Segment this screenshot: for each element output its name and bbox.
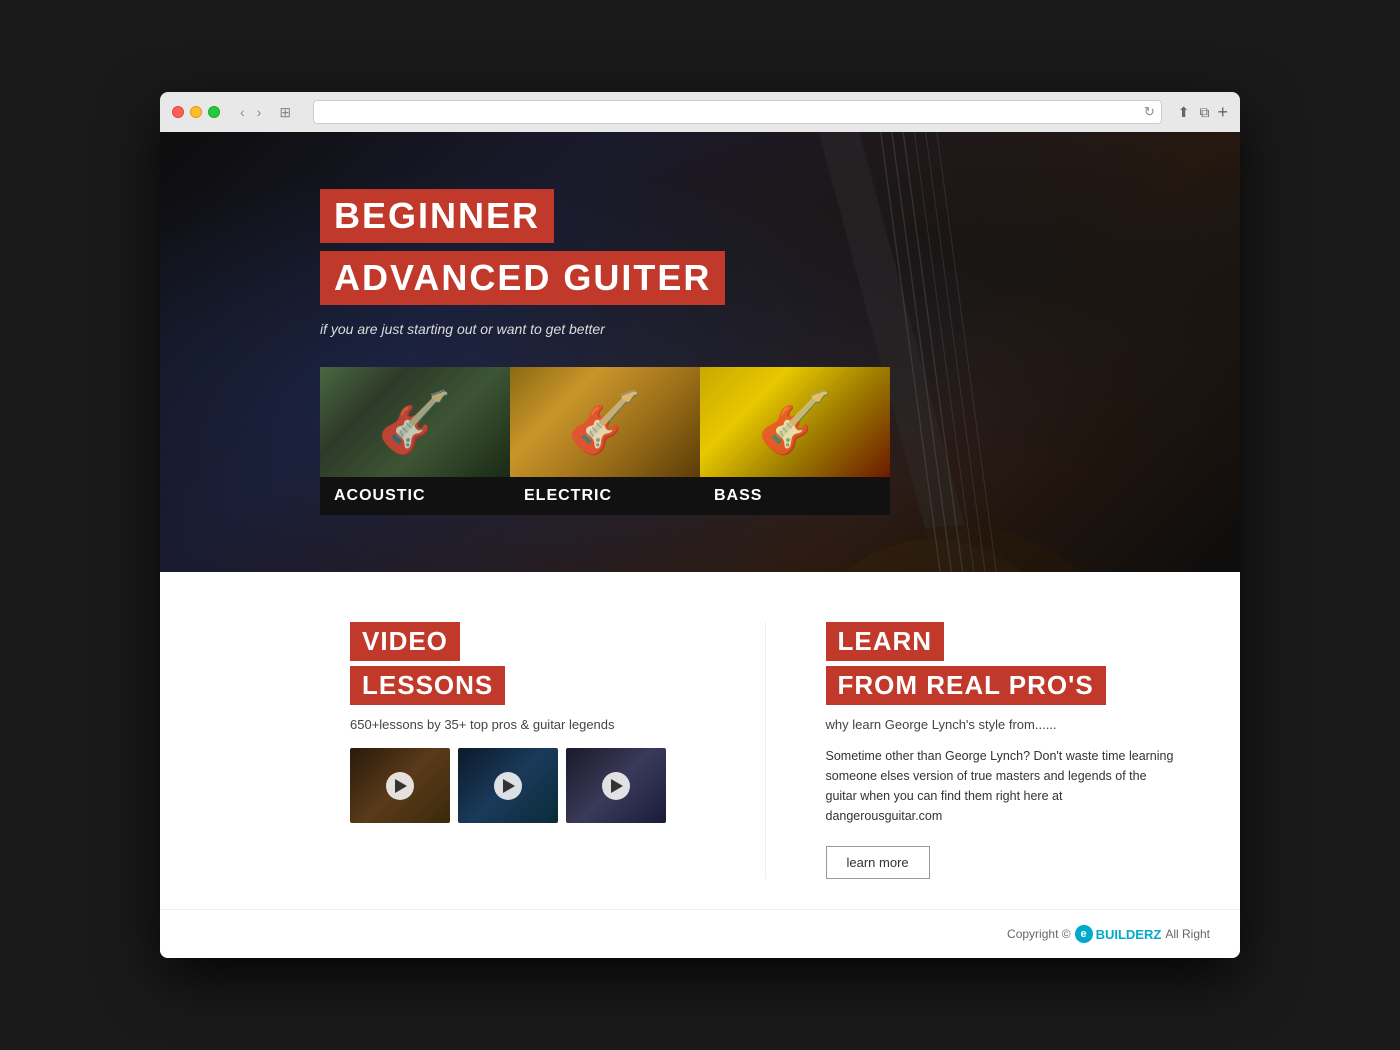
builderz-logo: e BUILDERZ	[1075, 925, 1162, 943]
pro-section-column: LEARN FROM REAL PRO'S why learn George L…	[766, 622, 1241, 879]
play-button-2[interactable]	[494, 772, 522, 800]
acoustic-label: ACOUSTIC	[320, 477, 510, 515]
hero-section: BEGINNER ADVANCED GUITER if you are just…	[160, 132, 1240, 572]
close-button[interactable]	[172, 106, 184, 118]
video-title-line2: LESSONS	[350, 666, 505, 705]
learn-more-button[interactable]: learn more	[826, 846, 930, 879]
video-lessons-column: VIDEO LESSONS 650+lessons by 35+ top pro…	[160, 622, 766, 879]
video-thumbnail-3[interactable]	[566, 748, 666, 823]
electric-guitar-icon: 🎸	[510, 367, 700, 477]
forward-button[interactable]: ›	[253, 102, 266, 122]
hero-subtitle: if you are just starting out or want to …	[320, 321, 1080, 337]
video-thumbnail-2[interactable]	[458, 748, 558, 823]
video-title-block: VIDEO LESSONS	[350, 622, 705, 705]
pro-title-line2: FROM REAL PRO'S	[826, 666, 1106, 705]
hero-title-line1: BEGINNER	[320, 189, 554, 243]
video-thumbnails	[350, 748, 705, 823]
play-triangle-icon-3	[611, 779, 623, 793]
acoustic-guitar-icon: 🎸	[320, 367, 510, 477]
windows-icon[interactable]: ⧉	[1199, 104, 1209, 121]
electric-image: 🎸	[510, 367, 700, 477]
minimize-button[interactable]	[190, 106, 202, 118]
website-content: BEGINNER ADVANCED GUITER if you are just…	[160, 132, 1240, 958]
electric-label: ELECTRIC	[510, 477, 700, 515]
reload-icon: ↻	[1144, 104, 1155, 120]
toolbar-right: ⬆ ⧉	[1178, 104, 1210, 121]
bass-guitar-icon: 🎸	[700, 367, 890, 477]
browser-toolbar: ‹ › ⊞ ↻ ⬆ ⧉ +	[160, 92, 1240, 132]
builderz-brand-name: BUILDERZ	[1096, 927, 1162, 942]
play-triangle-icon	[395, 779, 407, 793]
back-button[interactable]: ‹	[236, 102, 249, 122]
play-button-3[interactable]	[602, 772, 630, 800]
hero-title-block: BEGINNER ADVANCED GUITER	[320, 189, 1080, 321]
guitar-card-bass[interactable]: 🎸 BASS	[700, 367, 890, 515]
video-subtitle: 650+lessons by 35+ top pros & guitar leg…	[350, 717, 705, 732]
traffic-lights	[172, 106, 220, 118]
nav-buttons: ‹ ›	[236, 102, 265, 122]
guitar-card-electric[interactable]: 🎸 ELECTRIC	[510, 367, 700, 515]
bass-image: 🎸	[700, 367, 890, 477]
maximize-button[interactable]	[208, 106, 220, 118]
play-triangle-icon-2	[503, 779, 515, 793]
address-bar[interactable]: ↻	[313, 100, 1162, 124]
pro-title-block: LEARN FROM REAL PRO'S	[826, 622, 1181, 705]
hero-content: BEGINNER ADVANCED GUITER if you are just…	[320, 189, 1080, 515]
footer-suffix: All Right	[1165, 927, 1210, 941]
acoustic-image: 🎸	[320, 367, 510, 477]
video-thumbnail-1[interactable]	[350, 748, 450, 823]
pro-description: why learn George Lynch's style from.....…	[826, 717, 1181, 732]
bottom-section: VIDEO LESSONS 650+lessons by 35+ top pro…	[160, 572, 1240, 909]
guitar-card-acoustic[interactable]: 🎸 ACOUSTIC	[320, 367, 510, 515]
pro-body-text: Sometime other than George Lynch? Don't …	[826, 746, 1181, 826]
tab-view-button[interactable]: ⊞	[273, 102, 297, 123]
browser-window: ‹ › ⊞ ↻ ⬆ ⧉ +	[160, 92, 1240, 958]
copyright-text: Copyright ©	[1007, 927, 1071, 941]
pro-title-line1: LEARN	[826, 622, 945, 661]
guitar-cards-container: 🎸 ACOUSTIC 🎸 ELECTRIC 🎸	[320, 367, 1080, 515]
bass-label: BASS	[700, 477, 890, 515]
builderz-e-icon: e	[1075, 925, 1093, 943]
video-title-line1: VIDEO	[350, 622, 460, 661]
hero-title-line2: ADVANCED GUITER	[320, 251, 725, 305]
play-button-1[interactable]	[386, 772, 414, 800]
share-icon[interactable]: ⬆	[1178, 104, 1190, 121]
new-tab-button[interactable]: +	[1217, 102, 1228, 123]
site-footer: Copyright © e BUILDERZ All Right	[160, 909, 1240, 958]
